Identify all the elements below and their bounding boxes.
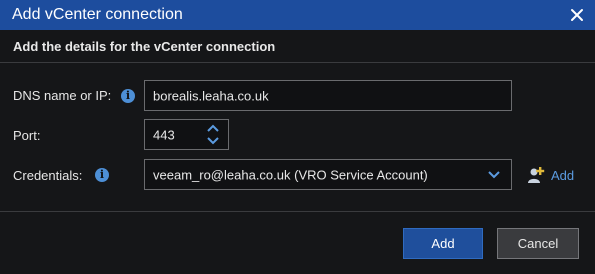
cancel-button[interactable]: Cancel bbox=[497, 228, 579, 259]
port-increment-button[interactable] bbox=[206, 122, 220, 134]
footer-divider bbox=[0, 211, 595, 212]
dns-input-value: borealis.leaha.co.uk bbox=[153, 88, 269, 103]
chevron-down-icon bbox=[488, 171, 500, 179]
add-credentials-label: Add bbox=[551, 167, 575, 183]
title-bar: Add vCenter connection bbox=[0, 0, 595, 30]
close-button[interactable] bbox=[565, 3, 589, 27]
credentials-info-icon[interactable]: i bbox=[95, 168, 109, 182]
chevron-up-icon bbox=[207, 124, 219, 132]
port-input-value: 443 bbox=[153, 127, 175, 142]
chevron-down-icon bbox=[207, 137, 219, 145]
add-button[interactable]: Add bbox=[403, 228, 483, 259]
section-header: Add the details for the vCenter connecti… bbox=[0, 30, 595, 63]
add-vcenter-dialog: Add vCenter connection Add the details f… bbox=[0, 0, 595, 274]
section-header-text: Add the details for the vCenter connecti… bbox=[13, 39, 276, 54]
credentials-select-value: veeam_ro@leaha.co.uk (VRO Service Accoun… bbox=[153, 167, 428, 182]
port-stepper[interactable]: 443 bbox=[144, 119, 229, 150]
dns-info-icon[interactable]: i bbox=[121, 89, 135, 103]
port-decrement-button[interactable] bbox=[206, 135, 220, 147]
dns-input[interactable]: borealis.leaha.co.uk bbox=[144, 80, 512, 111]
credentials-label: Credentials: bbox=[13, 168, 83, 183]
dialog-title: Add vCenter connection bbox=[12, 6, 183, 23]
port-spinner bbox=[206, 122, 220, 148]
add-credentials-link[interactable]: Add bbox=[527, 163, 574, 187]
port-label: Port: bbox=[13, 128, 41, 143]
add-user-icon bbox=[528, 167, 545, 183]
dns-label: DNS name or IP: bbox=[13, 88, 112, 103]
credentials-select[interactable]: veeam_ro@leaha.co.uk (VRO Service Accoun… bbox=[144, 159, 512, 190]
close-icon bbox=[571, 9, 583, 21]
credentials-dropdown-toggle[interactable] bbox=[487, 169, 501, 181]
